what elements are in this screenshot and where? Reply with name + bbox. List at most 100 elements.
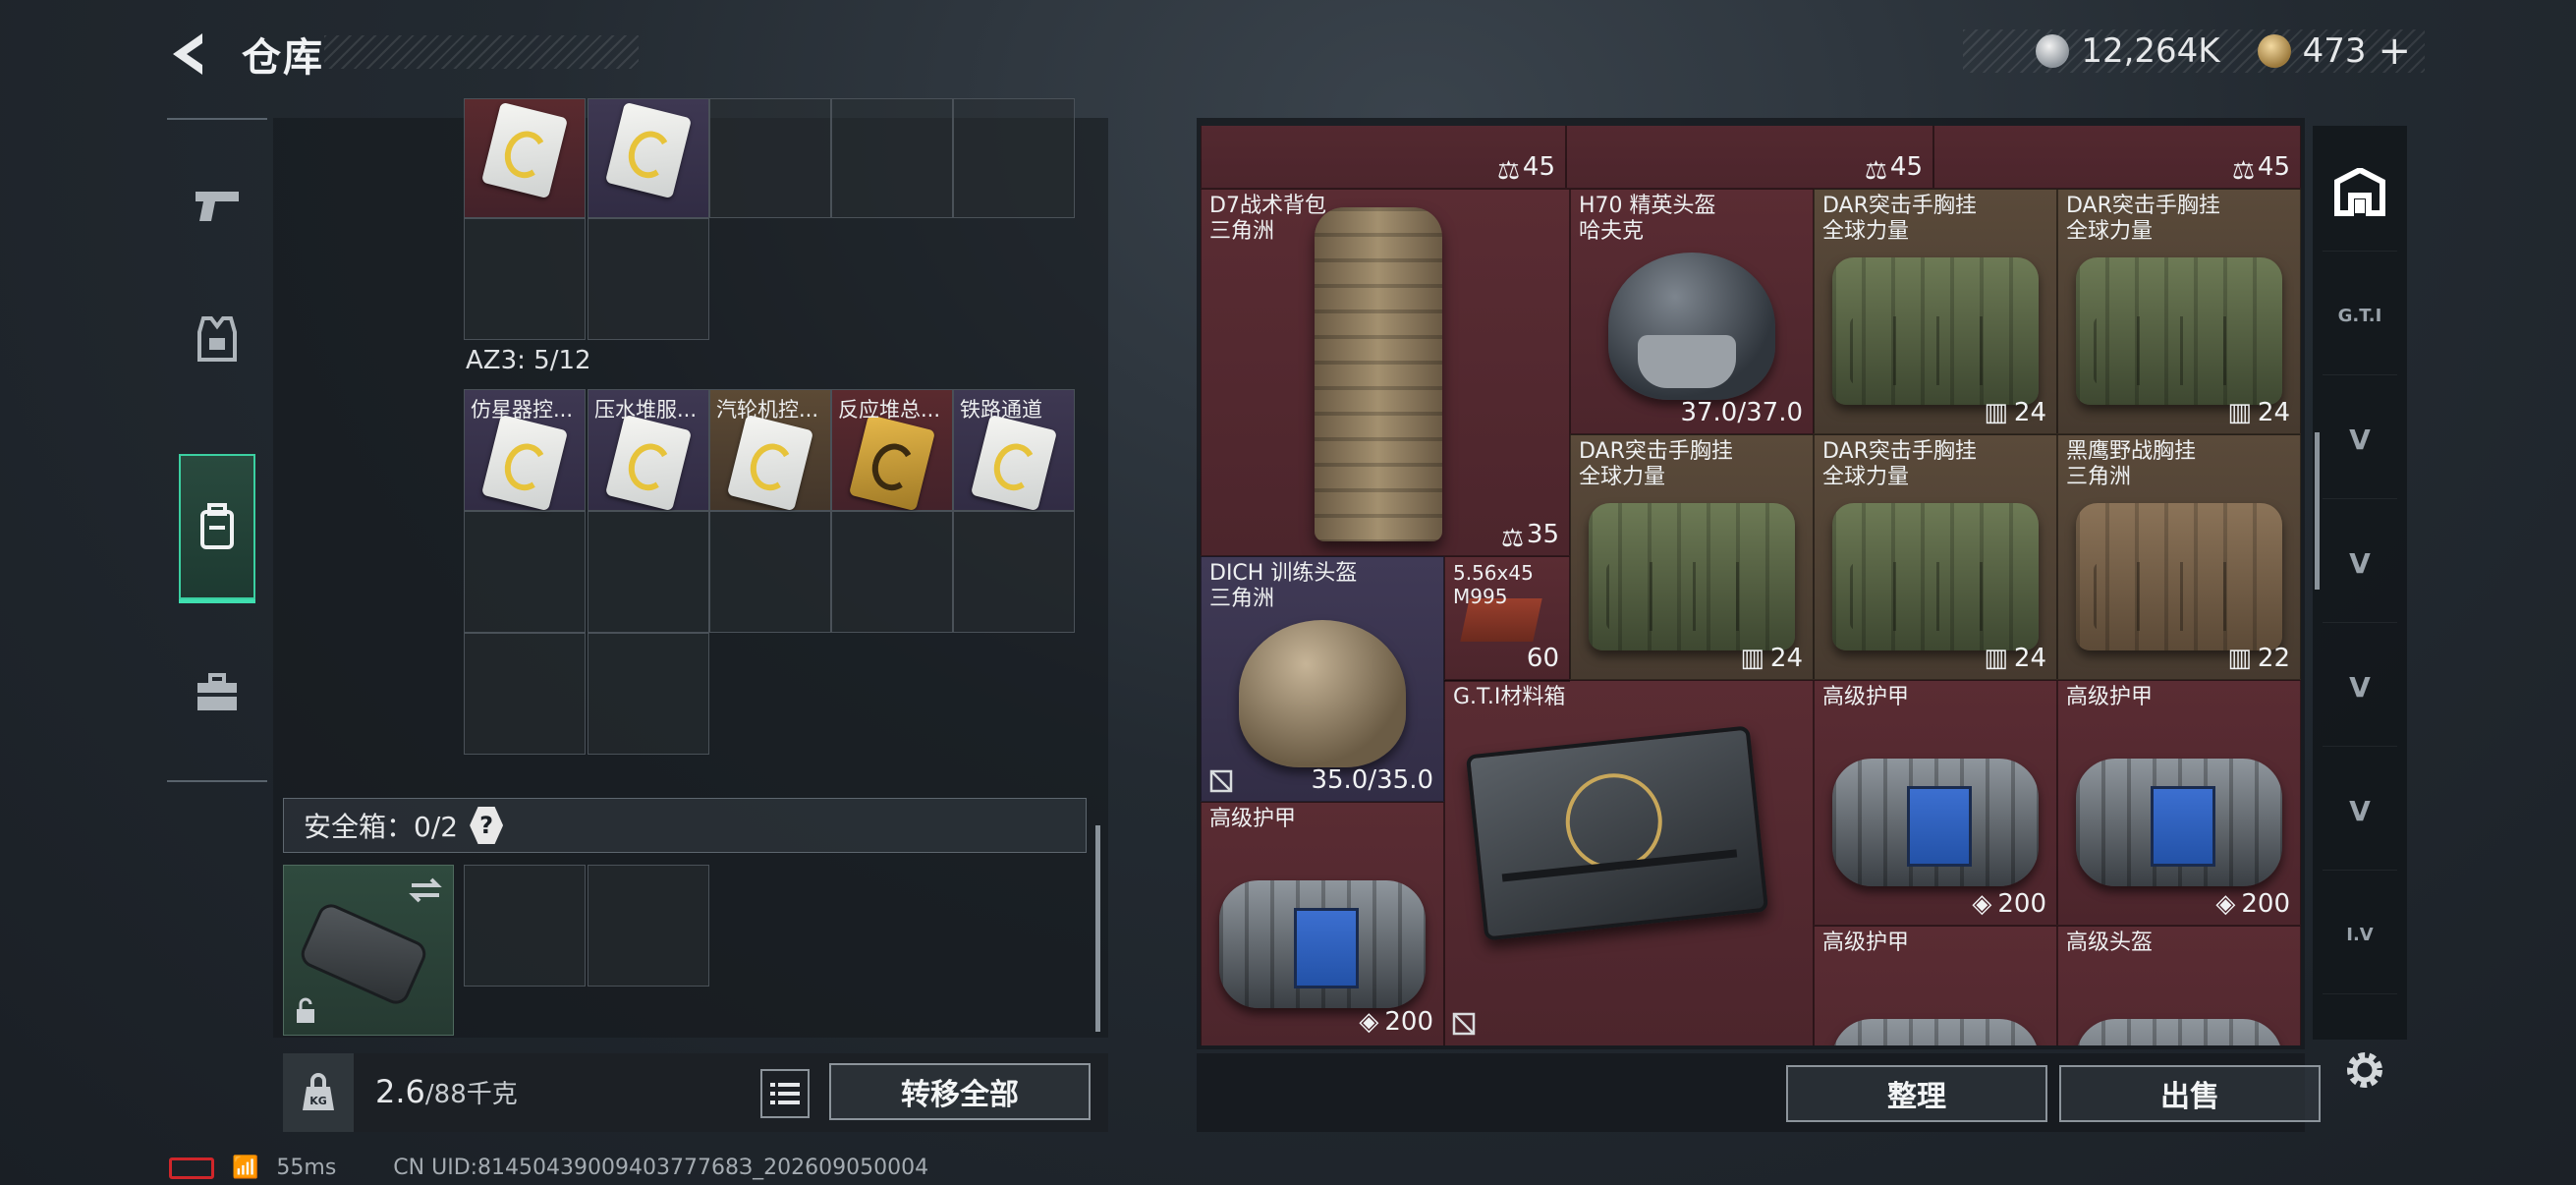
stash-item-armor[interactable]: 高级护甲 [1814,926,2057,1045]
help-icon[interactable]: ? [470,807,504,844]
backpack-slot-empty[interactable] [831,511,953,633]
stash-item-dich-helmet[interactable]: DICH 训练头盔 三角洲 35.0/35.0 [1201,556,1444,802]
backpack-slot-empty[interactable] [588,633,709,755]
stash-item-partial[interactable]: ⚖ 45 [1201,126,1566,189]
item-name: 高级护甲 [1822,931,1910,955]
keycard-image [480,414,569,512]
keycard-name: 压水堆服... [594,398,698,422]
stash-item-helmet[interactable]: 高级头盔 [2057,926,2301,1045]
nav-equipment[interactable] [167,265,267,413]
item-name: H70 精英头盔 哈夫克 [1579,194,1716,244]
backpack-scrollbar[interactable] [1095,825,1100,1032]
stash-item-armor[interactable]: 高级护甲 ◈ 200 [1201,802,1444,1045]
stash-item-partial[interactable]: ⚖ 45 [1566,126,1933,189]
keycard-name: 铁路通道 [960,398,1042,422]
stash-item-dar-vest[interactable]: DAR突击手胸挂 全球力量 ▥ 24 [1814,189,2057,434]
stash-icon [2334,167,2385,216]
backpack-image [1315,207,1442,541]
stash-item-dar-vest[interactable]: DAR突击手胸挂 全球力量 ▥ 24 [2057,189,2301,434]
stash-item-armor[interactable]: 高级护甲 ◈ 200 [1814,680,2057,926]
item-name: D7战术背包 三角洲 [1209,194,1326,244]
weight-small-icon: ⚖ [1496,156,1521,186]
swap-icon[interactable] [408,875,443,905]
chest-rig-image [1832,502,2039,650]
item-capacity: ▥ 22 [2227,644,2290,673]
backpack-slot-empty[interactable] [588,218,709,340]
nav-case[interactable] [167,619,267,766]
backpack-slot-empty[interactable] [588,511,709,633]
backpack-footer: KG 2.6/88千克 转移全部 [283,1053,1108,1132]
add-currency-button[interactable]: + [2378,28,2411,74]
item-capacity: ▥ 24 [1984,644,2046,673]
stash-item-d7-backpack[interactable]: D7战术背包 三角洲 ⚖ 35 [1201,189,1570,556]
lock-icon [297,997,314,1023]
safe-slot-empty[interactable] [588,865,709,987]
no-trade-icon [1452,1012,1476,1036]
nav-weapons[interactable] [167,132,267,279]
backpack-slot-empty[interactable] [464,633,586,755]
gear-icon[interactable] [2340,1045,2389,1095]
transfer-all-button[interactable]: 转移全部 [829,1063,1091,1120]
safe-box-case[interactable] [283,865,454,1036]
az3-keycard-slot[interactable]: 铁路通道 [953,389,1075,512]
weight-icon: KG [283,1053,354,1132]
safe-slot-empty[interactable] [464,865,586,987]
stash-item-armor[interactable]: 高级护甲 ◈ 200 [2057,680,2301,926]
helmet-image [1608,252,1775,400]
keycard-image [848,414,936,512]
silver-coin-icon [2036,34,2070,68]
nav-backpack[interactable] [179,454,255,603]
az3-keycard-slot[interactable]: 压水堆服... [588,389,709,512]
sort-button[interactable]: 整理 [1786,1065,2047,1122]
shield-small-icon: ◈ [1972,889,1992,919]
stash-tab-v2[interactable]: V [2323,505,2397,623]
capacity-small-icon: ▥ [1984,398,2008,427]
item-name: DAR突击手胸挂 全球力量 [1822,439,1977,489]
stash-tab-v3[interactable]: V [2323,629,2397,747]
item-count: ⚖ 45 [2231,152,2290,186]
az3-keycard-slot[interactable]: 仿星器控... [464,389,586,512]
stash-item-partial[interactable]: ⚖ 45 [1933,126,2301,189]
stash-tab-iv[interactable]: I.V [2323,876,2397,994]
chest-rig-image [1589,502,1795,650]
gold-coin-icon [2257,34,2291,68]
item-name: DAR突击手胸挂 全球力量 [2066,194,2220,244]
safe-box-header: 安全箱：0/2 ? [283,798,1087,853]
item-name: DAR突击手胸挂 全球力量 [1579,439,1733,489]
stash-grid: ⚖ 45 ⚖ 45 ⚖ 45 D7战术背包 三角洲 ⚖ 35 H70 精英头盔 哈夫克 … [1201,126,2301,1045]
stash-tab-scrollbar[interactable] [2315,432,2320,590]
stash-item-dar-vest[interactable]: DAR突击手胸挂 全球力量 ▥ 24 [1814,434,2057,680]
capacity-small-icon: ▥ [2227,644,2252,673]
backpack-slot-empty[interactable] [709,511,831,633]
backpack-slot-empty[interactable] [953,511,1075,633]
pistol-icon [196,192,239,221]
backpack-slot-empty[interactable] [464,511,586,633]
stash-tab-v4[interactable]: V [2323,753,2397,871]
backpack-slot-item[interactable] [588,98,709,218]
back-arrow-icon[interactable] [165,29,214,79]
sell-button[interactable]: 出售 [2059,1065,2321,1122]
carry-weight: 2.6/88千克 [375,1073,518,1110]
backpack-slot-item[interactable] [464,98,586,218]
stash-item-h70-helmet[interactable]: H70 精英头盔 哈夫克 37.0/37.0 [1570,189,1814,434]
user-uid: CN UID:8145043900940377768З_202609050004 [393,1156,929,1180]
gold-amount: 473 [2302,31,2367,71]
stash-tab-main[interactable] [2323,134,2397,252]
az3-keycard-slot[interactable]: 汽轮机控... [709,389,831,512]
stash-item-ammo[interactable]: 5.56x45 M995 60 [1444,556,1570,680]
backpack-slot-empty[interactable] [709,98,831,218]
backpack-slot-empty[interactable] [464,218,586,340]
list-view-button[interactable] [760,1069,810,1118]
stash-tab-v1[interactable]: V [2323,381,2397,499]
stash-item-blackhawk-vest[interactable]: 黑鹰野战胸挂 三角洲 ▥ 22 [2057,434,2301,680]
az3-keycard-slot[interactable]: 反应堆总... [831,389,953,512]
backpack-slot-empty[interactable] [831,98,953,218]
stash-tab-gti[interactable]: G.T.I [2323,257,2397,375]
weight-small-icon: ⚖ [1864,156,1888,186]
list-icon [770,1083,800,1104]
stash-item-dar-vest[interactable]: DAR突击手胸挂 全球力量 ▥ 24 [1570,434,1814,680]
status-bar: 📶 55ms CN UID:8145043900940377768З_20260… [169,1156,928,1180]
backpack-slot-empty[interactable] [953,98,1075,218]
silver-amount: 12,264K [2081,31,2220,71]
stash-item-gti-crate[interactable]: G.T.I材料箱 [1444,680,1814,1045]
